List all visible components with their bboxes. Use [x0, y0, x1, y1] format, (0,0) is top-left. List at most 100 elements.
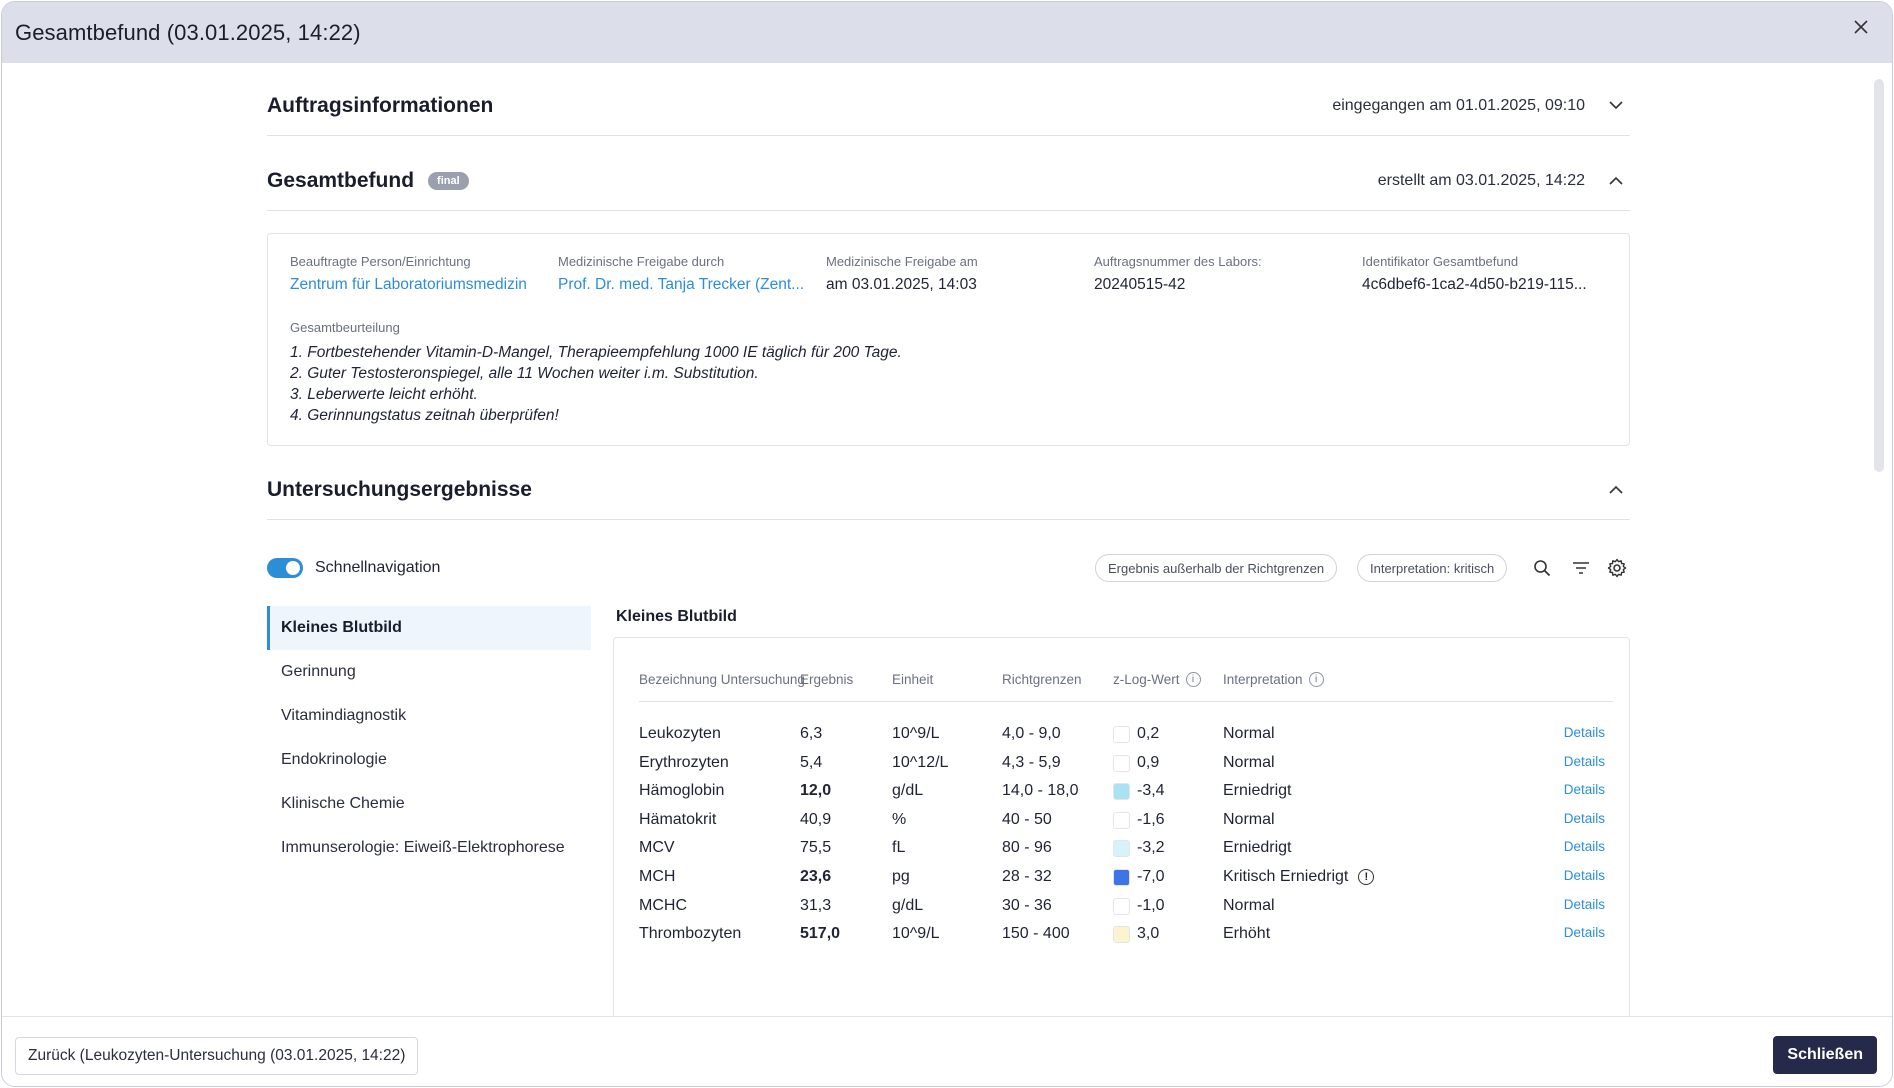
assessment-label: Gesamtbeurteilung [290, 320, 400, 335]
nav-item-gerinnung[interactable]: Gerinnung [267, 650, 591, 694]
ordering-party-link[interactable]: Zentrum für Laboratoriumsmedizin [290, 276, 558, 294]
filter-chip-out-of-range[interactable]: Ergebnis außerhalb der Richtgrenzen [1095, 554, 1338, 582]
gear-icon[interactable] [1605, 556, 1629, 580]
column-header-interpretation: Interpretation i [1223, 672, 1324, 687]
quicknav-toggle[interactable] [267, 558, 303, 578]
dialog-footer: Zurück (Leukozyten-Untersuchung (03.01.2… [2, 1016, 1892, 1086]
test-unit: % [892, 810, 907, 828]
back-button[interactable]: Zurück (Leukozyten-Untersuchung (03.01.2… [15, 1037, 419, 1075]
search-icon[interactable] [1530, 556, 1554, 580]
test-range: 150 - 400 [1002, 925, 1070, 943]
interpretation-text: Normal [1223, 896, 1275, 914]
test-unit: 10^12/L [892, 753, 949, 771]
results-toolbar: Schnellnavigation Ergebnis außerhalb der… [267, 551, 1630, 585]
test-zlog: -3,4 [1137, 782, 1165, 800]
overall-assessment: Gesamtbeurteilung 1. Fortbestehender Vit… [290, 320, 902, 426]
results-table: Bezeichnung Untersuchung Ergebnis Einhei… [613, 637, 1630, 1016]
scrollbar[interactable] [1874, 79, 1884, 472]
table-row: Thrombozyten 517,0 10^9/L 150 - 400 3,0 Erhöh… [639, 917, 1613, 951]
nav-item-klinische-chemie[interactable]: Klinische Chemie [267, 782, 591, 826]
details-link[interactable]: Details [1564, 782, 1605, 797]
order-info-header[interactable]: Auftragsinformationen eingegangen am 01.… [267, 76, 1630, 136]
test-unit: g/dL [892, 896, 924, 914]
details-link[interactable]: Details [1564, 754, 1605, 769]
field-label: Medizinische Freigabe durch [558, 254, 725, 269]
interpretation-text: Erniedrigt [1223, 839, 1292, 857]
nav-item-immunserologie[interactable]: Immunserologie: Eiweiß-Elektrophorese [267, 826, 591, 870]
test-range: 4,3 - 5,9 [1002, 753, 1061, 771]
test-name: Erythrozyten [639, 753, 729, 771]
chevron-down-icon[interactable] [1606, 96, 1626, 116]
test-zlog: -1,6 [1137, 810, 1165, 828]
chevron-up-icon[interactable] [1606, 171, 1626, 191]
nav-item-kleines-blutbild[interactable]: Kleines Blutbild [267, 606, 591, 650]
test-result: 12,0 [800, 782, 832, 800]
column-header: Richtgrenzen [1002, 672, 1082, 687]
details-link[interactable]: Details [1564, 811, 1605, 826]
details-link[interactable]: Details [1564, 839, 1605, 854]
field-ordering-party: Beauftragte Person/Einrichtung Zentrum f… [290, 254, 558, 294]
close-icon[interactable] [1848, 14, 1874, 40]
assessment-line: 1. Fortbestehender Vitamin-D-Mangel, The… [290, 344, 902, 361]
order-info-title: Auftragsinformationen [267, 93, 494, 117]
test-name: MCHC [639, 896, 687, 914]
test-name: Leukozyten [639, 725, 721, 742]
field-report-id: Identifikator Gesamtbefund 4c6dbef6-1ca2… [1362, 254, 1612, 294]
info-icon[interactable]: i [1308, 672, 1324, 687]
interpretation-text: Normal [1223, 725, 1275, 742]
report-dialog: Gesamtbefund (03.01.2025, 14:22) Auftrag… [1, 1, 1893, 1087]
field-order-number: Auftragsnummer des Labors: 20240515-42 [1094, 254, 1362, 294]
released-by-link[interactable]: Prof. Dr. med. Tanja Trecker (Zent... [558, 276, 826, 294]
zlog-swatch [1113, 726, 1130, 743]
column-header: Ergebnis [800, 672, 854, 687]
test-range: 30 - 36 [1002, 896, 1052, 914]
zlog-swatch [1113, 754, 1130, 772]
alert-icon[interactable]: ! [1358, 869, 1375, 885]
interpretation-text: Erniedrigt [1223, 782, 1292, 800]
nav-item-vitamindiagnostik[interactable]: Vitamindiagnostik [267, 694, 591, 738]
test-range: 80 - 96 [1002, 839, 1052, 857]
column-header-label: z-Log-Wert [1113, 672, 1180, 687]
field-value: 4c6dbef6-1ca2-4d50-b219-115... [1362, 276, 1587, 293]
close-button[interactable]: Schließen [1773, 1036, 1877, 1074]
details-link[interactable]: Details [1564, 897, 1605, 912]
zlog-swatch [1113, 869, 1130, 886]
report-title: Gesamtbefund [267, 168, 415, 192]
test-name: Thrombozyten [639, 925, 742, 943]
results-header[interactable]: Untersuchungsergebnisse [267, 460, 1630, 520]
info-icon[interactable]: i [1185, 672, 1201, 687]
status-badge: final [428, 171, 469, 190]
assessment-line: 3. Leberwerte leicht erhöht. [290, 386, 478, 403]
details-link[interactable]: Details [1564, 725, 1605, 740]
test-result: 5,4 [800, 753, 823, 771]
test-zlog: -1,0 [1137, 896, 1165, 914]
quicknav-label: Schnellnavigation [315, 559, 441, 576]
filter-chip-critical[interactable]: Interpretation: kritisch [1357, 554, 1508, 582]
details-link[interactable]: Details [1564, 925, 1605, 940]
chevron-up-icon[interactable] [1606, 480, 1626, 500]
test-zlog: 0,2 [1137, 725, 1160, 742]
dialog-title: Gesamtbefund (03.01.2025, 14:22) [15, 19, 361, 45]
test-result: 75,5 [800, 839, 832, 857]
test-name: MCV [639, 839, 675, 857]
report-header[interactable]: Gesamtbefund final erstellt am 03.01.202… [267, 151, 1630, 211]
report-created-date: erstellt am 03.01.2025, 14:22 [1377, 171, 1585, 189]
test-result: 23,6 [800, 868, 832, 885]
field-value: am 03.01.2025, 14:03 [826, 276, 977, 293]
column-header: Einheit [892, 672, 934, 687]
field-value: 20240515-42 [1094, 276, 1186, 293]
details-link[interactable]: Details [1564, 868, 1605, 883]
zlog-swatch [1113, 926, 1130, 944]
interpretation-text: Erhöht [1223, 925, 1271, 943]
test-name: Hämoglobin [639, 782, 725, 800]
zlog-swatch [1113, 811, 1130, 829]
result-group-title: Kleines Blutbild [616, 608, 737, 625]
test-name: MCH [639, 868, 676, 885]
nav-item-endokrinologie[interactable]: Endokrinologie [267, 738, 591, 782]
assessment-line: 4. Gerinnungstatus zeitnah überprüfen! [290, 407, 559, 424]
filter-icon[interactable] [1569, 556, 1593, 580]
results-title: Untersuchungsergebnisse [267, 477, 532, 501]
field-label: Auftragsnummer des Labors: [1094, 254, 1262, 269]
field-label: Medizinische Freigabe am [826, 254, 978, 269]
interpretation-text: Kritisch Erniedrigt [1223, 868, 1349, 885]
